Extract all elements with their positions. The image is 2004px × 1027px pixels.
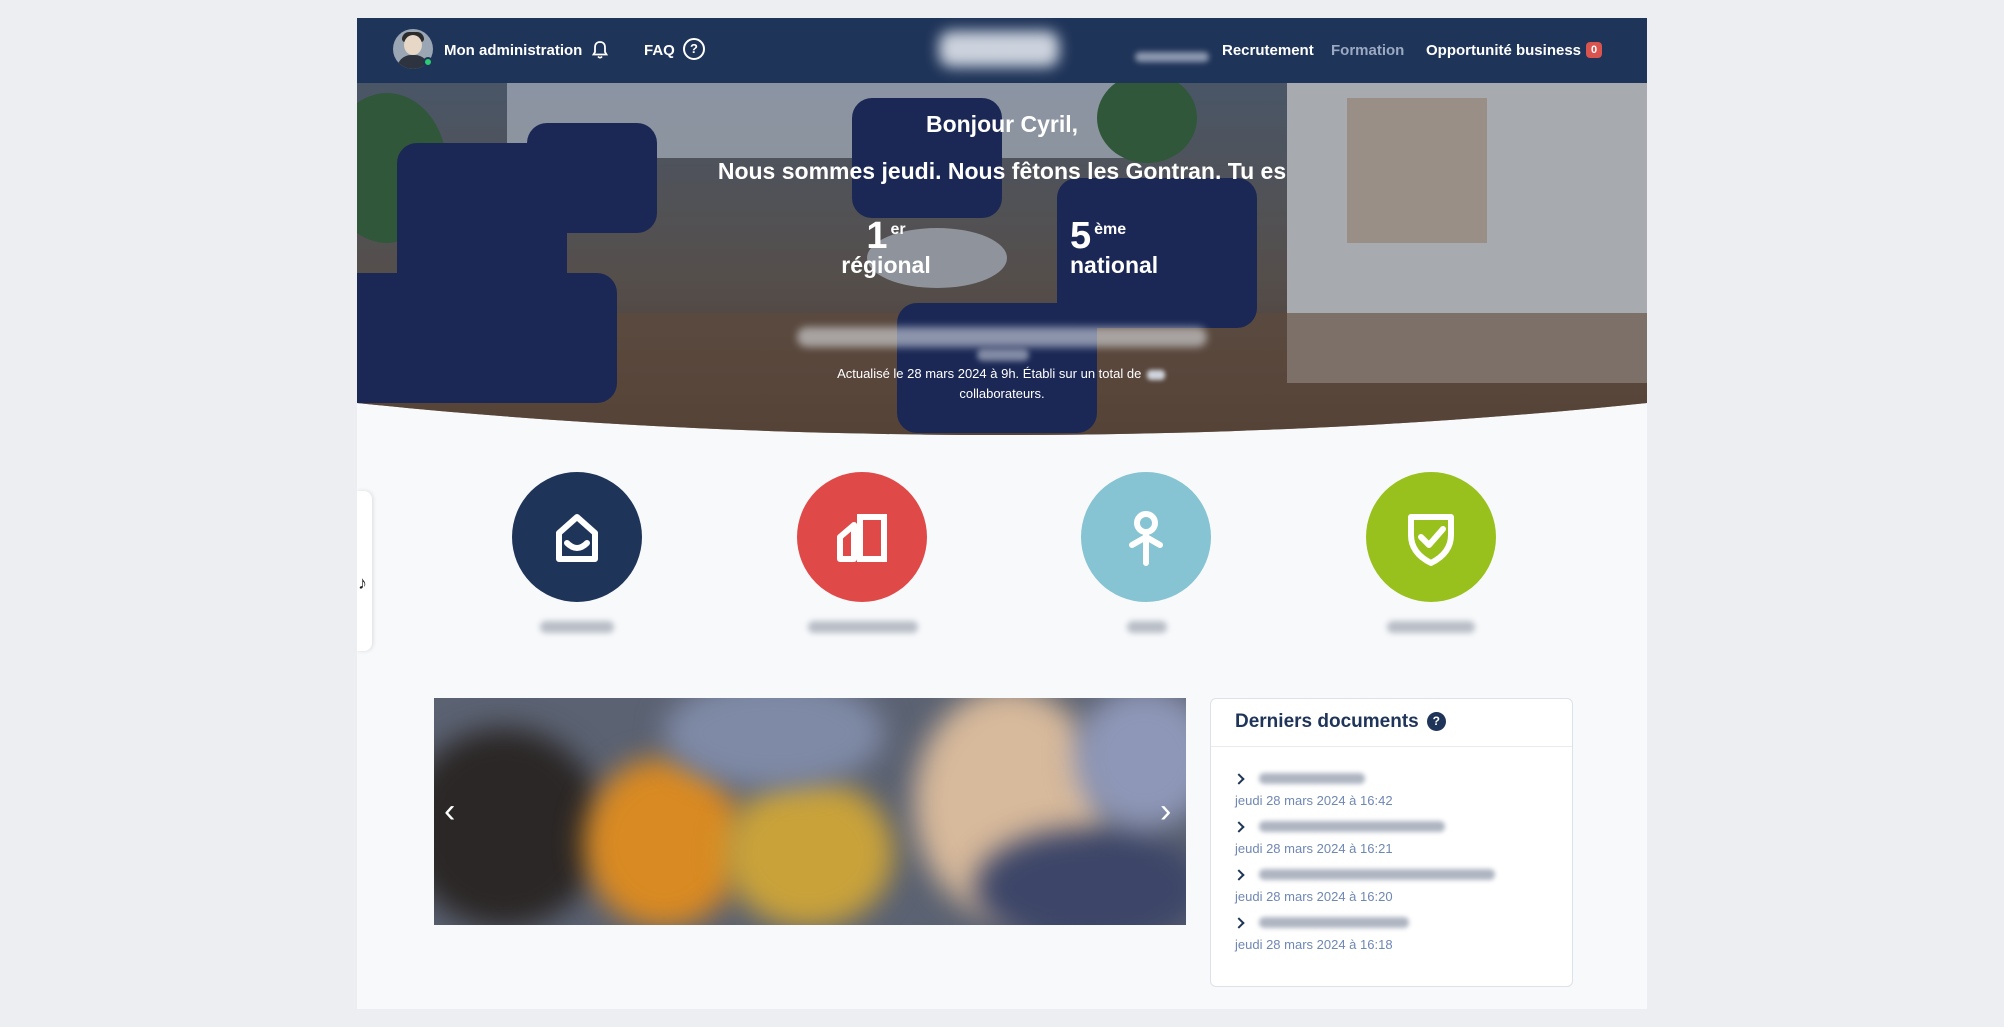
rank-national-suffix: ème (1094, 221, 1127, 238)
help-circle-icon[interactable]: ? (1426, 712, 1446, 731)
image-carousel[interactable]: ‹ › (434, 698, 1186, 925)
document-date: jeudi 28 mars 2024 à 16:18 (1235, 937, 1393, 952)
chevron-right-icon (1233, 869, 1245, 881)
updated-suffix: collaborateurs. (959, 386, 1045, 401)
shortcut-building[interactable] (797, 472, 927, 602)
shortcut-label-redacted (1127, 621, 1167, 633)
nav-admin-link[interactable]: Mon administration (444, 18, 582, 83)
nav-link-redacted[interactable] (1135, 52, 1209, 62)
document-date: jeudi 28 mars 2024 à 16:42 (1235, 793, 1393, 808)
shortcut-label-redacted (808, 621, 918, 633)
carousel-prev-arrow[interactable]: ‹ (444, 794, 455, 828)
shortcut-home[interactable] (512, 472, 642, 602)
online-status-dot (423, 57, 433, 67)
home-smile-icon (556, 514, 598, 562)
redacted-text (797, 327, 1207, 347)
building-icon (837, 514, 887, 562)
rank-regional-suffix: er (890, 221, 906, 238)
nav-opportunite-link[interactable]: Opportunité business 0 (1426, 18, 1603, 83)
help-circle-icon[interactable]: ? (683, 38, 705, 60)
hero-greeting: Bonjour Cyril, (925, 111, 1079, 137)
redacted-count (1146, 369, 1165, 380)
shortcut-label-redacted (1387, 621, 1475, 633)
shield-check-icon (1408, 514, 1454, 566)
document-name-redacted[interactable] (1259, 821, 1445, 832)
top-navbar: Mon administration FAQ ? Recrutement For… (357, 18, 1647, 83)
shortcut-label-redacted (540, 621, 614, 633)
carousel-image (724, 778, 894, 925)
documents-header: Derniers documents? (1211, 699, 1572, 747)
redacted-text (977, 349, 1029, 361)
rank-national-label: national (1070, 252, 1159, 278)
updated-prefix: Actualisé le 28 mars 2024 à 9h. Établi s… (837, 366, 1142, 381)
nav-faq-link[interactable]: FAQ (644, 18, 675, 83)
shortcut-key[interactable] (1081, 472, 1211, 602)
nav-formation-link[interactable]: Formation (1331, 18, 1404, 83)
rank-regional-number: 1 (866, 215, 888, 257)
document-name-redacted[interactable] (1259, 869, 1495, 880)
opportunite-count-badge: 0 (1586, 42, 1603, 58)
bell-icon[interactable] (592, 40, 608, 60)
rank-regional-label: régional (841, 252, 931, 278)
nav-recrutement-link[interactable]: Recrutement (1222, 18, 1314, 83)
documents-title: Derniers documents (1235, 711, 1419, 732)
rank-regional: 1 er régional (831, 215, 941, 279)
hero-updated-note: Actualisé le 28 mars 2024 à 9h. Établi s… (357, 364, 1647, 404)
document-date: jeudi 28 mars 2024 à 16:21 (1235, 841, 1393, 856)
page: Mon administration FAQ ? Recrutement For… (357, 18, 1647, 1009)
document-date: jeudi 28 mars 2024 à 16:20 (1235, 889, 1393, 904)
chevron-right-icon (1233, 773, 1245, 785)
rank-national: 5 ème national (1070, 215, 1200, 279)
rank-national-number: 5 (1070, 215, 1092, 257)
carousel-image (434, 728, 604, 925)
document-name-redacted[interactable] (1259, 917, 1409, 928)
chevron-right-icon (1233, 821, 1245, 833)
key-person-icon (1129, 511, 1163, 566)
chevron-right-icon (1233, 917, 1245, 929)
hero-banner: Bonjour Cyril, Nous sommes jeudi. Nous f… (357, 83, 1647, 435)
company-logo[interactable] (939, 31, 1059, 67)
carousel-image (584, 758, 744, 925)
shortcut-shield[interactable] (1366, 472, 1496, 602)
hero-fete-text: Nous sommes jeudi. Nous fêtons les Gontr… (717, 158, 1287, 184)
side-tab[interactable] (357, 491, 372, 651)
nav-opportunite-label: Opportunité business (1426, 42, 1582, 59)
carousel-next-arrow[interactable]: › (1160, 794, 1171, 828)
document-name-redacted[interactable] (1259, 773, 1365, 784)
music-note-icon[interactable]: ♪ (358, 573, 367, 594)
latest-documents-card: Derniers documents? jeudi 28 mars 2024 à… (1210, 698, 1573, 987)
